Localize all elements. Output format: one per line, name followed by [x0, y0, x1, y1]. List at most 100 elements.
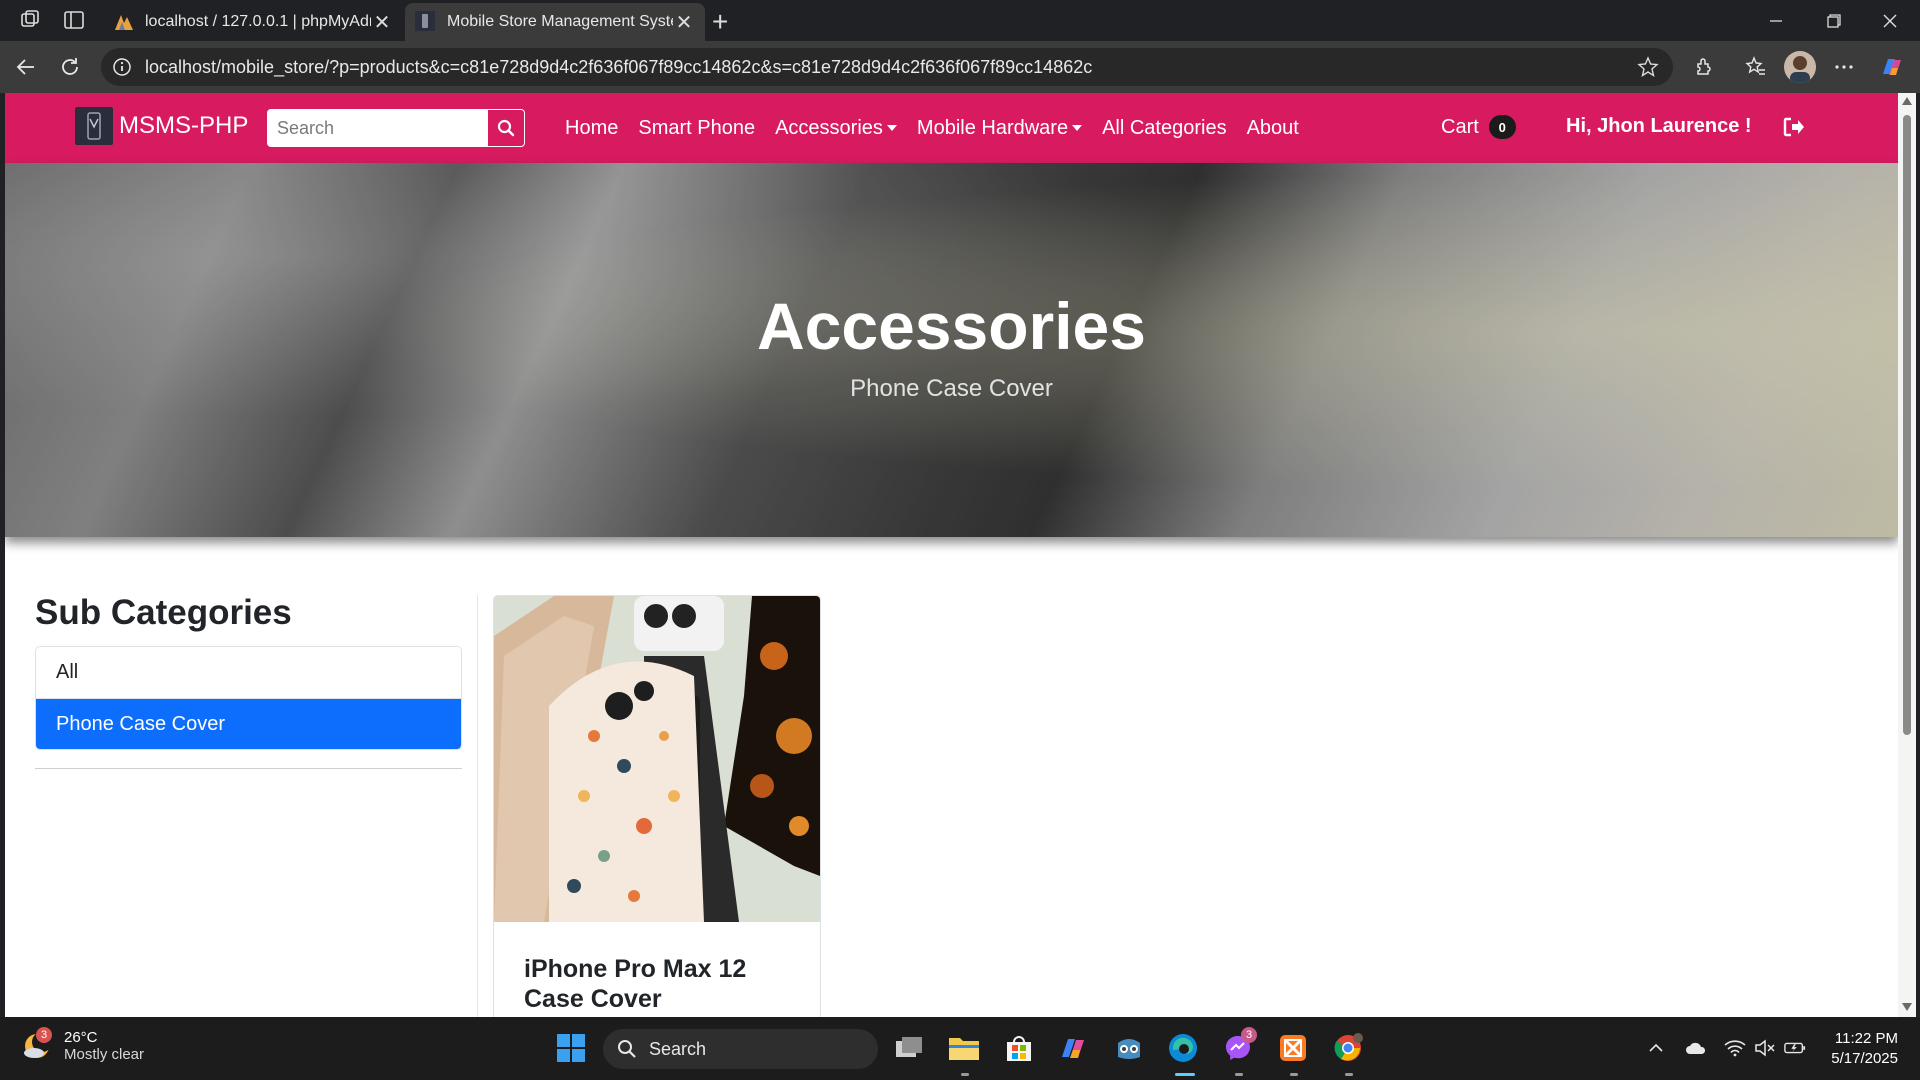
brand-name: MSMS-PHP	[119, 112, 249, 139]
user-greeting[interactable]: Hi, Jhon Laurence !	[1566, 115, 1752, 138]
logout-icon[interactable]	[1783, 117, 1805, 137]
sub-categories-list: All Phone Case Cover	[35, 646, 462, 750]
site-navbar: MSMS-PHP Home Smart Phone Accessories Mo…	[5, 93, 1898, 163]
nav-accessories-dropdown[interactable]: Accessories	[775, 117, 897, 140]
extensions-icon[interactable]	[1690, 53, 1718, 81]
weather-description: Mostly clear	[64, 1046, 145, 1063]
nav-accessories-label: Accessories	[775, 116, 883, 139]
sub-categories-heading: Sub Categories	[35, 593, 292, 632]
page-scrollbar[interactable]	[1898, 93, 1916, 1017]
back-icon[interactable]	[12, 53, 40, 81]
chrome-icon[interactable]	[1331, 1031, 1365, 1065]
cart-link[interactable]: Cart 0	[1441, 115, 1516, 139]
os-taskbar: 3 26°C Mostly clear Search 3 11:22 PM 5/…	[0, 1017, 1920, 1080]
godot-icon[interactable]	[1112, 1031, 1146, 1065]
taskbar-search[interactable]: Search	[603, 1029, 878, 1069]
nav-about[interactable]: About	[1247, 117, 1299, 140]
microsoft-store-icon[interactable]	[1002, 1031, 1036, 1065]
xampp-icon[interactable]	[1276, 1031, 1310, 1065]
weather-badge: 3	[36, 1027, 52, 1043]
hero-subtitle: Phone Case Cover	[850, 375, 1053, 402]
scroll-down-icon[interactable]	[1902, 1003, 1912, 1011]
nav-home[interactable]: Home	[565, 117, 618, 140]
copilot-app-icon[interactable]	[1057, 1031, 1091, 1065]
running-indicator	[1290, 1073, 1298, 1076]
tab-title: localhost / 127.0.0.1 | phpMyAdm	[145, 13, 371, 30]
nav-all-categories[interactable]: All Categories	[1102, 117, 1227, 140]
more-options-icon[interactable]	[1830, 53, 1858, 81]
messenger-badge: 3	[1241, 1027, 1257, 1043]
tab-close-icon[interactable]: ✕	[673, 10, 695, 35]
search-button[interactable]	[487, 109, 525, 147]
caret-down-icon	[886, 125, 897, 132]
active-indicator	[1175, 1073, 1195, 1076]
favorite-star-icon[interactable]	[1637, 56, 1659, 78]
site-info-icon[interactable]	[111, 56, 133, 78]
close-window-icon[interactable]	[1862, 0, 1918, 41]
show-hidden-icons-icon[interactable]	[1645, 1037, 1667, 1059]
store-favicon-icon	[415, 11, 437, 33]
search-input[interactable]	[267, 109, 487, 147]
page-viewport: MSMS-PHP Home Smart Phone Accessories Mo…	[5, 93, 1898, 1017]
column-divider	[477, 595, 478, 1017]
refresh-icon[interactable]	[56, 53, 84, 81]
copilot-icon[interactable]	[1878, 53, 1906, 81]
running-indicator	[961, 1073, 969, 1076]
volume-muted-icon[interactable]	[1754, 1037, 1776, 1059]
product-card[interactable]: iPhone Pro Max 12 Case Cover	[493, 595, 821, 1017]
cart-label: Cart	[1441, 115, 1479, 138]
wifi-icon[interactable]	[1724, 1037, 1746, 1059]
phpmyadmin-favicon-icon	[113, 11, 135, 33]
address-bar[interactable]: localhost/mobile_store/?p=products&c=c81…	[101, 48, 1673, 86]
clock-time: 11:22 PM	[1834, 1030, 1898, 1047]
nav-mobile-hardware-label: Mobile Hardware	[916, 116, 1069, 139]
new-tab-icon[interactable]: +	[712, 6, 728, 38]
browser-toolbar: localhost/mobile_store/?p=products&c=c81…	[0, 41, 1920, 93]
subcategory-phone-case-cover[interactable]: Phone Case Cover	[36, 698, 461, 749]
search-form	[267, 109, 525, 147]
weather-temperature: 26°C	[64, 1029, 98, 1046]
system-clock[interactable]: 11:22 PM 5/17/2025	[1818, 1029, 1898, 1069]
browser-tab-bar: localhost / 127.0.0.1 | phpMyAdm ✕ Mobil…	[0, 0, 1920, 41]
messenger-icon[interactable]: 3	[1221, 1027, 1257, 1065]
clock-date: 5/17/2025	[1831, 1050, 1898, 1067]
nav-links: Home Smart Phone Accessories Mobile Hard…	[565, 93, 1319, 163]
tab-mobile-store[interactable]: Mobile Store Management Syster ✕	[405, 3, 705, 41]
running-indicator	[1345, 1073, 1353, 1076]
task-view-icon[interactable]	[892, 1031, 926, 1065]
tab-close-icon[interactable]: ✕	[371, 10, 393, 35]
battery-icon[interactable]	[1784, 1037, 1806, 1059]
url-text: localhost/mobile_store/?p=products&c=c81…	[145, 56, 1093, 77]
brand-link[interactable]: MSMS-PHP	[75, 107, 248, 145]
product-image[interactable]	[494, 596, 820, 922]
tab-title: Mobile Store Management Syster	[447, 13, 673, 30]
hero-banner: Accessories Phone Case Cover	[5, 163, 1898, 537]
profile-avatar[interactable]	[1784, 51, 1816, 83]
running-indicator	[1235, 1073, 1243, 1076]
search-icon	[617, 1039, 637, 1059]
file-explorer-icon[interactable]	[947, 1031, 981, 1065]
onedrive-icon[interactable]	[1685, 1037, 1707, 1059]
restore-icon[interactable]	[1806, 0, 1862, 41]
scroll-up-icon[interactable]	[1902, 97, 1912, 105]
scroll-thumb[interactable]	[1903, 115, 1911, 735]
search-icon	[497, 119, 515, 137]
caret-down-icon	[1072, 125, 1083, 132]
hero-title: Accessories	[757, 289, 1146, 363]
brand-logo-icon	[75, 107, 113, 145]
windows-start-icon[interactable]	[554, 1031, 588, 1065]
cart-count-badge: 0	[1488, 115, 1516, 139]
minimize-icon[interactable]	[1748, 0, 1804, 41]
subcategory-all[interactable]: All	[36, 647, 461, 698]
nav-mobile-hardware-dropdown[interactable]: Mobile Hardware	[916, 116, 1083, 140]
nav-smart-phone[interactable]: Smart Phone	[638, 117, 755, 140]
tab-phpmyadmin[interactable]: localhost / 127.0.0.1 | phpMyAdm ✕	[103, 3, 403, 41]
workspaces-icon[interactable]	[16, 8, 44, 32]
weather-moon-icon: 3	[22, 1027, 52, 1061]
vertical-tabs-icon[interactable]	[60, 8, 88, 32]
edge-browser-icon[interactable]	[1166, 1031, 1200, 1065]
product-name[interactable]: iPhone Pro Max 12 Case Cover	[524, 954, 794, 1014]
favorites-icon[interactable]	[1742, 53, 1770, 81]
weather-widget[interactable]: 3 26°C Mostly clear	[22, 1027, 145, 1063]
taskbar-search-label: Search	[649, 1038, 707, 1059]
